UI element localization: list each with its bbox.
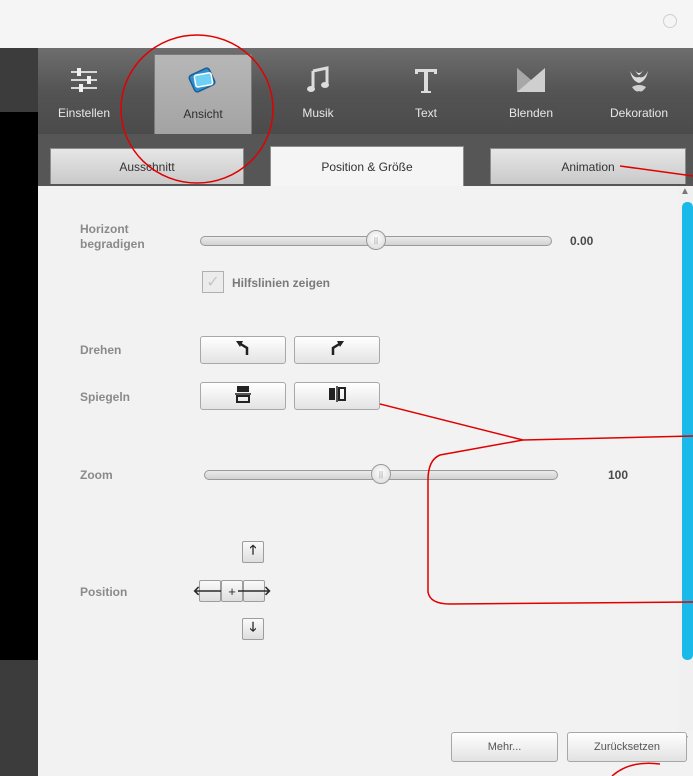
scroll-up-icon[interactable]: ▲ [680, 186, 690, 197]
tab-ausschnitt[interactable]: Ausschnitt [50, 148, 244, 184]
tool-dekoration[interactable]: Dekoration [590, 48, 688, 134]
checkmark-icon: ✓ [206, 274, 220, 291]
move-down-button[interactable]: 🡓 [242, 618, 264, 640]
slider-knob[interactable]: || [366, 230, 386, 250]
more-button[interactable]: Mehr... [451, 732, 558, 762]
tool-label: Musik [302, 106, 334, 120]
window-indicator-icon [663, 14, 677, 28]
text-t-icon [412, 64, 440, 96]
hilfslinien-label: Hilfslinien zeigen [232, 276, 331, 290]
tab-position-groesse[interactable]: Position & Größe [270, 146, 464, 186]
horizont-label: Horizont begradigen [80, 222, 145, 251]
arrow-up-icon: 🡑 [249, 542, 257, 557]
flip-horizontal-icon [328, 385, 346, 407]
slider-knob[interactable]: || [371, 464, 391, 484]
move-up-button[interactable]: 🡑 [242, 541, 264, 563]
horizont-value: 0.00 [570, 234, 594, 248]
tool-label: Einstellen [57, 106, 111, 120]
drehen-label: Drehen [80, 343, 122, 357]
settings-panel [38, 186, 678, 776]
subtab-bar: Ausschnitt Position & Größe Animation [38, 134, 693, 186]
arrow-down-icon: 🡓 [249, 619, 257, 634]
horizont-slider[interactable]: || [200, 230, 552, 250]
tool-text[interactable]: Text [386, 48, 466, 134]
flip-vertical-icon [235, 385, 251, 408]
flip-vertical-button[interactable] [200, 382, 286, 410]
hilfslinien-checkbox[interactable]: ✓ [202, 271, 224, 293]
position-label: Position [80, 585, 128, 599]
tool-label: Blenden [508, 106, 554, 120]
move-right-button[interactable]: 🡒 [237, 580, 271, 602]
tool-ansicht[interactable]: Ansicht [154, 54, 252, 135]
tool-label: Dekoration [609, 106, 669, 120]
tool-label: Text [414, 106, 437, 120]
tab-animation[interactable]: Animation [490, 148, 686, 184]
transition-icon [515, 64, 547, 96]
decoration-flower-icon [624, 64, 654, 96]
arrow-right-icon: 🡒 [236, 583, 272, 598]
zoom-value: 100 [608, 468, 629, 482]
rotate-right-button[interactable] [294, 336, 380, 364]
tool-einstellen[interactable]: Einstellen [42, 48, 126, 134]
music-note-icon [305, 64, 331, 96]
move-center-icon: + [228, 583, 236, 599]
flip-horizontal-button[interactable] [294, 382, 380, 410]
rotate-left-button[interactable] [200, 336, 286, 364]
rotate-right-icon [328, 339, 346, 362]
title-strip [0, 0, 693, 48]
tool-musik[interactable]: Musik [278, 48, 358, 134]
move-left-button[interactable]: 🡐 [193, 580, 227, 602]
preview-area [0, 112, 38, 660]
tool-toolbar: Einstellen Ansicht Musik Text Blenden De… [38, 48, 693, 135]
zoom-slider[interactable]: || [204, 464, 558, 484]
photo-view-icon [186, 65, 220, 97]
rotate-left-icon [234, 339, 252, 362]
zoom-label: Zoom [80, 468, 113, 482]
tool-label: Ansicht [183, 107, 223, 121]
scrollbar-thumb[interactable] [682, 202, 693, 660]
tool-blenden[interactable]: Blenden [486, 48, 576, 134]
reset-button[interactable]: Zurücksetzen [567, 732, 687, 762]
spiegeln-label: Spiegeln [80, 390, 131, 404]
sliders-icon [69, 64, 99, 96]
